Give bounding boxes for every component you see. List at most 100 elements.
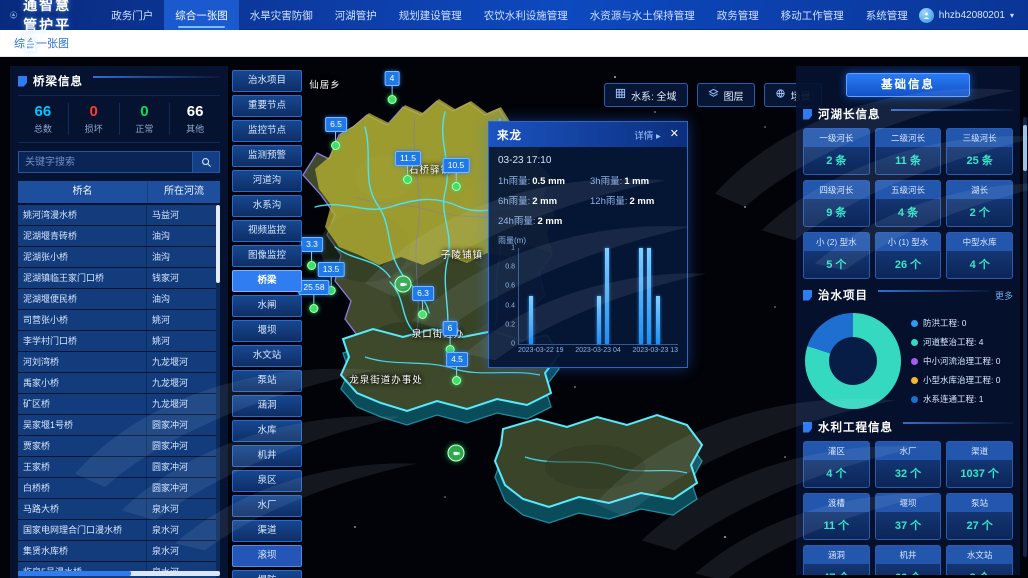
map-control-layers[interactable]: 图层: [697, 83, 755, 107]
table-vertical-scrollbar[interactable]: [216, 205, 220, 578]
table-row[interactable]: 集贤水库桥泉水河: [18, 541, 220, 561]
rain-metric: 6h雨量:2 mm: [498, 193, 586, 207]
more-link[interactable]: 更多: [995, 289, 1013, 302]
layer-menu-item[interactable]: 水系沟: [232, 195, 302, 217]
popup-time: 03-23 17:10: [498, 155, 678, 166]
page-scrollbar[interactable]: [1023, 117, 1027, 557]
nav-tab[interactable]: 水旱灾害防御: [239, 0, 324, 30]
control-label: 水系: 全域: [631, 88, 677, 103]
card-label: 中型水库: [947, 233, 1012, 251]
column-header: 所在河流: [147, 181, 220, 203]
search-button[interactable]: [193, 151, 220, 173]
card-label: 一级河长: [804, 129, 869, 147]
table-horizontal-scrollbar[interactable]: [18, 571, 220, 576]
camera-marker[interactable]: [448, 445, 465, 462]
title-line: [878, 290, 989, 292]
map-marker[interactable]: 6.5: [325, 117, 347, 150]
search-input[interactable]: [18, 151, 193, 173]
map-marker[interactable]: 11.5: [395, 151, 421, 184]
map-marker[interactable]: 6: [443, 321, 458, 354]
bridge-name-cell: 泥湖堰便民桥: [18, 289, 146, 309]
layer-menu-item[interactable]: 水厂: [232, 495, 302, 517]
nav-tab[interactable]: 综合一张图: [164, 0, 239, 30]
rain-metric: 3h雨量:1 mm: [590, 173, 678, 187]
layer-menu-item[interactable]: 涵洞: [232, 395, 302, 417]
table-row[interactable]: 泥湖堰青砖桥油沟: [18, 226, 220, 246]
close-icon[interactable]: ✕: [670, 129, 679, 140]
table-row[interactable]: 王家桥圆家冲河: [18, 457, 220, 477]
layer-menu-item[interactable]: 水闸: [232, 295, 302, 317]
popup-detail-link[interactable]: 详情 ▸: [634, 128, 660, 142]
table-row[interactable]: 贾家桥圆家冲河: [18, 436, 220, 456]
bridge-name-cell: 国家电网理合门口漫水桥: [18, 520, 146, 540]
brand: 水系连通智慧管护平台: [0, 0, 100, 55]
marker-value-tag: 10.5: [443, 158, 470, 173]
legend-dot-icon: [911, 358, 918, 365]
nav-tab[interactable]: 政务管理: [706, 0, 770, 30]
layer-menu-item[interactable]: 监控节点: [232, 120, 302, 142]
bridge-table: 桥名所在河流 姚河湾漫水桥马益河泥湖堰青砖桥油沟泥湖张小桥油沟泥湖镇临王家门口桥…: [18, 181, 220, 578]
table-row[interactable]: 河刘湾桥九龙堰河: [18, 352, 220, 372]
layer-menu: 治水项目重要节点监控节点监测预警河道沟水系沟视频监控图像监控桥梁水闸堰坝水文站泵…: [232, 70, 302, 578]
table-row[interactable]: 泥湖堰便民桥油沟: [18, 289, 220, 309]
search-icon: [201, 157, 212, 168]
layer-menu-item[interactable]: 泵站: [232, 370, 302, 392]
facility-title: 水利工程信息: [818, 419, 893, 435]
nav-tab[interactable]: 政务门户: [100, 0, 164, 30]
layer-menu-item[interactable]: 桥梁: [232, 270, 302, 292]
layer-menu-item[interactable]: 渠道: [232, 520, 302, 542]
table-row[interactable]: 姚河湾漫水桥马益河: [18, 205, 220, 225]
layer-menu-item[interactable]: 重要节点: [232, 95, 302, 117]
table-row[interactable]: 禹家小桥九龙堰河: [18, 373, 220, 393]
table-row[interactable]: 泥湖张小桥油沟: [18, 247, 220, 267]
layer-menu-item[interactable]: 泉区: [232, 470, 302, 492]
layer-menu-item[interactable]: 图像监控: [232, 245, 302, 267]
layer-menu-item[interactable]: 水库: [232, 420, 302, 442]
column-header: 桥名: [18, 181, 147, 203]
camera-marker[interactable]: [395, 276, 412, 293]
nav-tab[interactable]: 河湖管护: [324, 0, 388, 30]
map-marker[interactable]: 25.58: [298, 280, 329, 313]
layer-menu-item[interactable]: 堰坝: [232, 320, 302, 342]
layer-menu-item[interactable]: 滚坝: [232, 545, 302, 567]
layer-menu-item[interactable]: 河道沟: [232, 170, 302, 192]
basic-info-button[interactable]: 基础信息: [846, 73, 970, 97]
table-row[interactable]: 吴家堰1号桥圆家冲河: [18, 415, 220, 435]
user-menu[interactable]: hhzb42080201 ▾: [919, 8, 1028, 23]
card-value: 2 个: [947, 199, 1012, 226]
layer-menu-item[interactable]: 监测预警: [232, 145, 302, 167]
table-row[interactable]: 矿区桥九龙堰河: [18, 394, 220, 414]
table-row[interactable]: 国家电网理合门口漫水桥泉水河: [18, 520, 220, 540]
layer-menu-item[interactable]: 治水项目: [232, 70, 302, 92]
chevron-down-icon: ▾: [1010, 11, 1014, 20]
marker-value-tag: 25.58: [298, 280, 329, 295]
nav-tab[interactable]: 系统管理: [855, 0, 919, 30]
table-row[interactable]: 白桥桥圆家冲河: [18, 478, 220, 498]
map-marker[interactable]: 4.5: [446, 352, 468, 385]
rain-bar: [639, 248, 643, 344]
table-row[interactable]: 李学村门口桥姚河: [18, 331, 220, 351]
card-label: 五级河长: [876, 181, 941, 199]
nav-tab[interactable]: 水资源与水土保持管理: [579, 0, 706, 30]
info-card: 渡槽11 个: [803, 493, 870, 540]
info-card: 一级河长2 条: [803, 128, 870, 175]
river-cell: 油沟: [146, 289, 220, 309]
layer-menu-item[interactable]: 机井: [232, 445, 302, 467]
map-marker[interactable]: 6.3: [412, 286, 434, 319]
marker-value-tag: 6.3: [412, 286, 434, 301]
stat-value: 0: [120, 103, 170, 120]
map-marker[interactable]: 4: [385, 71, 400, 104]
map-marker[interactable]: 10.5: [443, 158, 470, 191]
nav-tab[interactable]: 农饮水利设施管理: [473, 0, 579, 30]
nav-tab[interactable]: 移动工作管理: [770, 0, 855, 30]
table-row[interactable]: 司营张小桥姚河: [18, 310, 220, 330]
table-row[interactable]: 马路大桥泉水河: [18, 499, 220, 519]
map-control-grid[interactable]: 水系: 全域: [604, 83, 688, 107]
info-card: 二级河长11 条: [875, 128, 942, 175]
marker-value-tag: 4.5: [446, 352, 468, 367]
layer-menu-item[interactable]: 视频监控: [232, 220, 302, 242]
table-row[interactable]: 泥湖镇临王家门口桥钱家河: [18, 268, 220, 288]
section-corner-icon: [18, 76, 27, 87]
layer-menu-item[interactable]: 水文站: [232, 345, 302, 367]
nav-tab[interactable]: 规划建设管理: [388, 0, 473, 30]
